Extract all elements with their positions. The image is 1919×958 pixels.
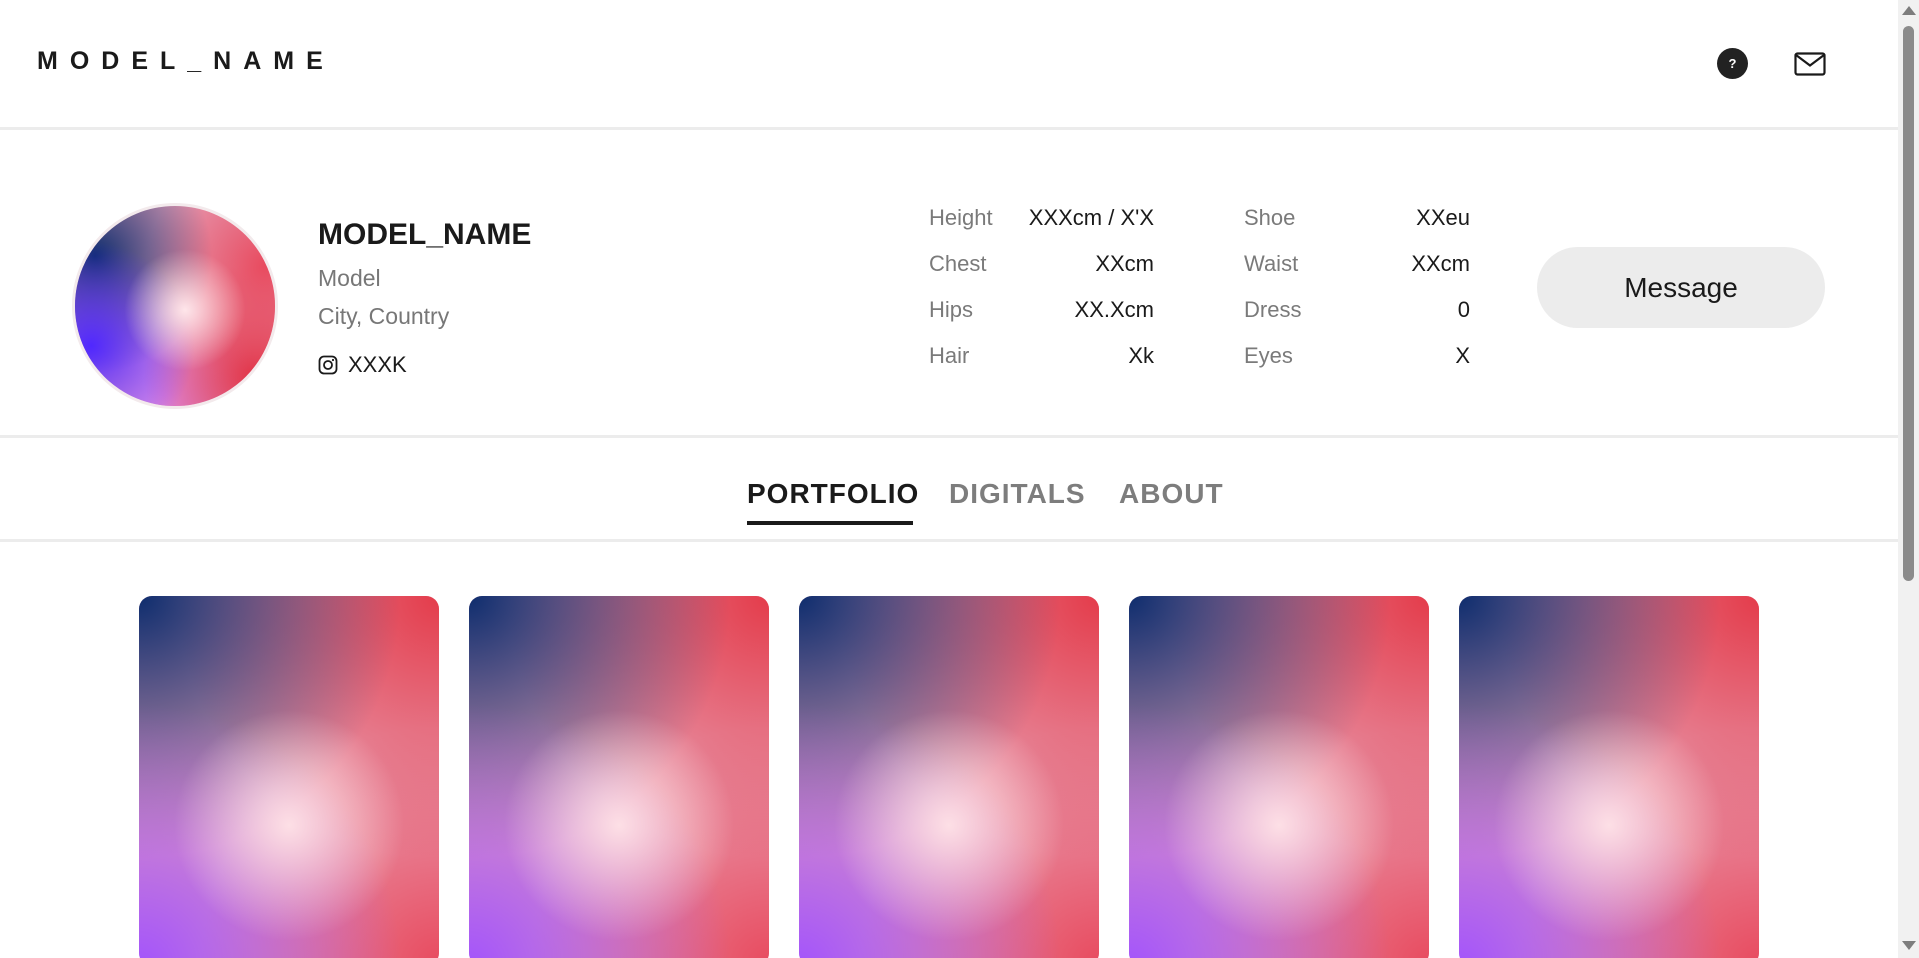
stat-label-chest: Chest: [929, 251, 987, 276]
portfolio-card[interactable]: [1129, 596, 1429, 958]
help-icon[interactable]: ?: [1717, 48, 1748, 79]
tab-digitals[interactable]: DIGITALS: [949, 478, 1086, 510]
message-button[interactable]: Message: [1537, 247, 1825, 328]
tab-bar: PORTFOLIO DIGITALS ABOUT: [0, 438, 1898, 542]
stat-label-height: Height: [929, 205, 993, 230]
stat-value-waist: XXcm: [1411, 251, 1470, 276]
top-bar: MODEL_NAME ?: [0, 0, 1898, 130]
stat-value-height: XXXcm / X'X: [1028, 205, 1154, 230]
tab-portfolio[interactable]: PORTFOLIO: [747, 478, 919, 510]
stat-value-shoe: XXeu: [1416, 205, 1470, 230]
scroll-up-arrow-icon[interactable]: [1902, 6, 1916, 15]
mail-icon[interactable]: [1794, 52, 1826, 76]
stat-value-hair: Xk: [1128, 343, 1154, 368]
stat-label-hips: Hips: [929, 297, 974, 322]
stat-label-hair: Hair: [929, 343, 970, 368]
portfolio-card[interactable]: [799, 596, 1099, 958]
vertical-scrollbar[interactable]: [1898, 0, 1919, 958]
avatar: [72, 203, 278, 409]
portfolio-card[interactable]: [139, 596, 439, 958]
page: MODEL_NAME ? MODEL_NAME Model City, Coun…: [0, 0, 1898, 958]
instagram-link[interactable]: XXXK: [318, 352, 407, 378]
profile-section: MODEL_NAME Model City, Country XXXK Heig…: [0, 130, 1898, 438]
scrollbar-thumb[interactable]: [1903, 26, 1914, 581]
stat-value-hips: XX.Xcm: [1074, 297, 1154, 322]
stat-label-dress: Dress: [1244, 297, 1302, 322]
portfolio-card[interactable]: [469, 596, 769, 958]
instagram-followers: XXXK: [348, 352, 407, 377]
profile-name: MODEL_NAME: [318, 218, 532, 251]
stat-label-shoe: Shoe: [1244, 205, 1296, 230]
stat-label-waist: Waist: [1244, 251, 1299, 276]
profile-role: Model: [318, 265, 381, 291]
profile-location: City, Country: [318, 303, 450, 329]
portfolio-card[interactable]: [1459, 596, 1759, 958]
brand-logo[interactable]: MODEL_NAME: [37, 47, 335, 76]
tab-about[interactable]: ABOUT: [1119, 478, 1224, 510]
stat-value-chest: XXcm: [1095, 251, 1154, 276]
stat-value-dress: 0: [1457, 297, 1470, 322]
scroll-down-arrow-icon[interactable]: [1902, 941, 1916, 950]
instagram-icon: [318, 355, 338, 375]
stat-value-eyes: X: [1455, 343, 1470, 368]
stat-label-eyes: Eyes: [1244, 343, 1293, 368]
tab-active-indicator: [747, 521, 913, 525]
